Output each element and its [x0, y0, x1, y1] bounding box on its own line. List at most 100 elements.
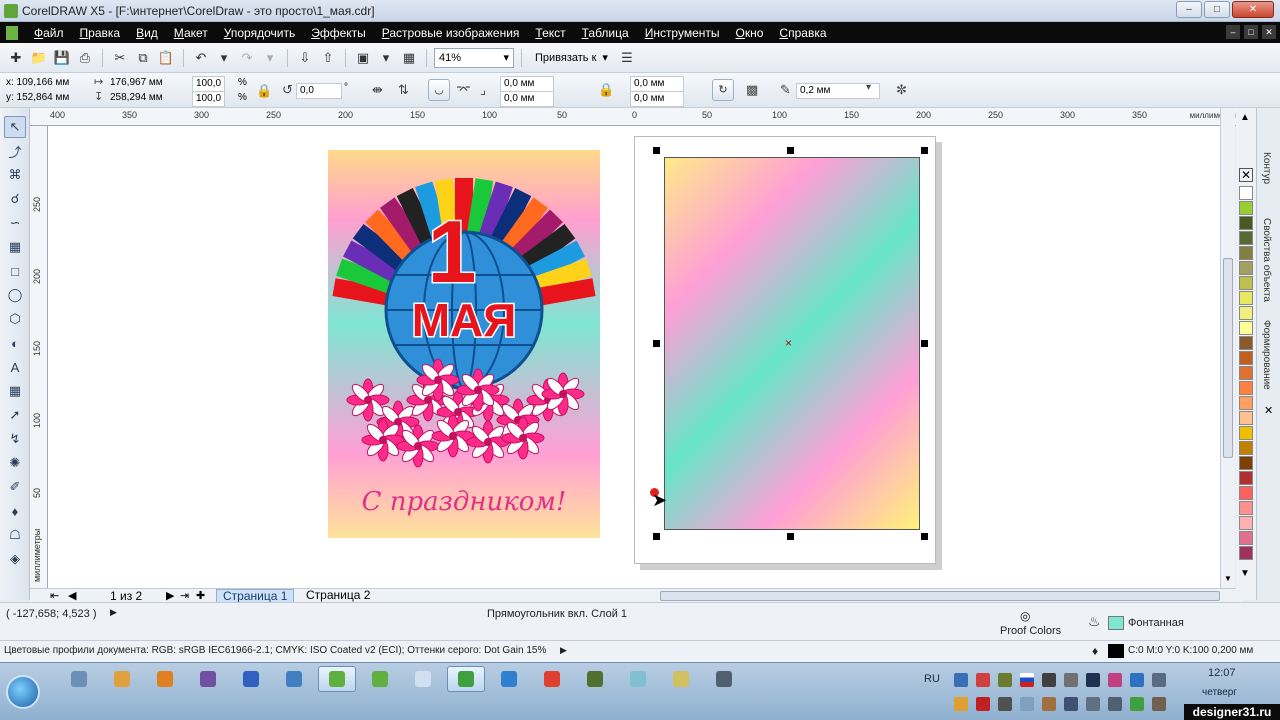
interactive-fill-tool-icon[interactable]: ◈ [4, 548, 26, 570]
tray-app-icon[interactable] [1042, 697, 1056, 711]
taskbar-app-button[interactable] [189, 666, 227, 692]
palette-scroll-down-icon[interactable]: ▼ [1240, 568, 1250, 579]
tray-app-icon[interactable] [1152, 697, 1166, 711]
scroll-down-icon[interactable]: ▼ [1224, 574, 1232, 583]
selection-handle[interactable] [787, 533, 794, 540]
close-docker-icon[interactable]: ✕ [1264, 404, 1273, 417]
menu-file[interactable]: Файл [26, 26, 72, 40]
eyedropper-tool-icon[interactable]: ✐ [4, 476, 26, 498]
selection-handle[interactable] [921, 340, 928, 347]
close-button[interactable]: ✕ [1232, 1, 1274, 18]
language-indicator[interactable]: RU [924, 673, 940, 685]
minimize-button[interactable]: – [1176, 1, 1202, 18]
ati-tray-icon[interactable] [976, 697, 990, 711]
position-y-field[interactable]: y: 152,864 мм [6, 91, 69, 105]
taskbar-app-button[interactable] [103, 666, 141, 692]
pick-tool-icon[interactable]: ↖ [4, 116, 26, 138]
rectangle-tool-icon[interactable]: □ [4, 260, 26, 282]
freehand-tool-icon[interactable]: ∽ [4, 212, 26, 234]
color-swatch[interactable] [1239, 441, 1253, 455]
menu-text[interactable]: Текст [527, 26, 573, 40]
clock-time[interactable]: 12:07 [1208, 667, 1236, 679]
print-icon[interactable]: ⎙ [75, 48, 95, 68]
welcome-screen-icon[interactable]: ▦ [399, 48, 419, 68]
object-height-field[interactable]: 258,294 мм [110, 91, 163, 105]
first-page-icon[interactable]: ⇤ [50, 589, 59, 602]
volume-icon[interactable] [1108, 697, 1122, 711]
tray-app-icon[interactable] [1130, 697, 1144, 711]
scale-x-field[interactable]: 100,0 [192, 76, 226, 92]
scale-y-field[interactable]: 100,0 [192, 91, 226, 107]
tab-page-1[interactable]: Страница 1 [216, 589, 295, 603]
taskbar-app-button[interactable] [533, 666, 571, 692]
color-swatch[interactable] [1239, 231, 1253, 245]
color-swatch[interactable] [1239, 276, 1253, 290]
color-swatch[interactable] [1239, 516, 1253, 530]
keyboard-layout-icon[interactable] [1020, 673, 1034, 687]
menu-tools[interactable]: Инструменты [637, 26, 728, 40]
vertical-ruler[interactable]: 250 200 150 100 50 миллиметры [30, 126, 48, 588]
taskbar-app-button[interactable] [404, 666, 442, 692]
open-folder-icon[interactable]: 📁 [29, 48, 49, 68]
color-swatch[interactable] [1239, 336, 1253, 350]
taskbar-app-button[interactable] [662, 666, 700, 692]
taskbar-app-button[interactable] [232, 666, 270, 692]
taskbar-app-button[interactable] [146, 666, 184, 692]
doc-restore-button[interactable]: □ [1244, 25, 1258, 39]
zoom-tool-icon[interactable]: ☌ [4, 188, 26, 210]
selection-handle[interactable] [921, 533, 928, 540]
tray-app-icon[interactable] [998, 673, 1012, 687]
taskbar-app-button[interactable] [60, 666, 98, 692]
tray-app-icon[interactable] [1064, 673, 1078, 687]
convert-to-curves-icon[interactable]: ✼ [896, 82, 907, 98]
taskbar-app-button[interactable] [490, 666, 528, 692]
paste-icon[interactable]: 📋 [156, 48, 176, 68]
import-icon[interactable]: ⇩ [295, 48, 315, 68]
scale-corners-button[interactable]: ↻ [712, 79, 734, 101]
docker-tab-object-properties[interactable]: Свойства объекта [1261, 218, 1272, 302]
status-play-icon[interactable]: ▶ [110, 607, 117, 618]
taskbar-app-button[interactable] [705, 666, 743, 692]
round-corner-button[interactable]: ◡ [428, 79, 450, 101]
text-tool-icon[interactable]: A [4, 356, 26, 378]
selection-handle[interactable] [653, 340, 660, 347]
drawing-canvas[interactable]: 1 МАЯ С праздником! × ➤ [48, 126, 1220, 588]
redo-icon[interactable]: ↷ [237, 48, 257, 68]
shape-tool-icon[interactable]: ⤴ [4, 140, 26, 162]
menu-edit[interactable]: Правка [72, 26, 129, 40]
launcher-dropdown-icon[interactable]: ▾ [376, 48, 396, 68]
network-icon[interactable] [1086, 697, 1100, 711]
menu-layout[interactable]: Макет [166, 26, 216, 40]
menu-window[interactable]: Окно [728, 26, 772, 40]
undo-dropdown-icon[interactable]: ▾ [214, 48, 234, 68]
docker-tab-shaping[interactable]: Формирование [1261, 320, 1272, 390]
selection-handle[interactable] [653, 533, 660, 540]
blend-tool-icon[interactable]: ✺ [4, 452, 26, 474]
status-play-icon[interactable]: ▶ [560, 645, 567, 656]
horizontal-ruler[interactable]: 400 350 300 250 200 150 100 50 0 50 100 … [30, 108, 1243, 126]
security-tray-icon[interactable] [954, 673, 968, 687]
color-swatch[interactable] [1239, 546, 1253, 560]
palette-scroll-up-icon[interactable]: ▲ [1240, 112, 1250, 123]
outline-color-swatch[interactable] [1108, 644, 1124, 658]
greeting-card-artwork[interactable]: 1 МАЯ С праздником! [328, 150, 600, 538]
zoom-level-select[interactable]: 41% ▾ [434, 47, 514, 68]
tray-app-icon[interactable] [1130, 673, 1144, 687]
undo-icon[interactable]: ↶ [191, 48, 211, 68]
crop-tool-icon[interactable]: ⌘ [4, 164, 26, 186]
menu-bitmaps[interactable]: Растровые изображения [374, 26, 528, 40]
lock-corners-icon[interactable]: 🔒 [598, 82, 614, 98]
menu-arrange[interactable]: Упорядочить [216, 26, 303, 40]
last-page-icon[interactable]: ⇥ [180, 589, 189, 602]
color-swatch[interactable] [1239, 501, 1253, 515]
export-icon[interactable]: ⇧ [318, 48, 338, 68]
object-width-field[interactable]: 176,967 мм [110, 76, 163, 90]
color-profiles-info[interactable]: Цветовые профили документа: RGB: sRGB IE… [4, 645, 546, 656]
corner-radius-1-field[interactable]: 0,0 мм [500, 76, 554, 92]
horizontal-scrollbar-thumb[interactable] [660, 591, 1220, 601]
add-page-icon[interactable]: ✚ [196, 589, 205, 602]
lock-ratio-icon[interactable]: 🔒 [256, 83, 272, 99]
ellipse-tool-icon[interactable]: ◯ [4, 284, 26, 306]
color-swatch[interactable] [1239, 321, 1253, 335]
mirror-vertical-icon[interactable]: ⇅ [398, 82, 409, 98]
